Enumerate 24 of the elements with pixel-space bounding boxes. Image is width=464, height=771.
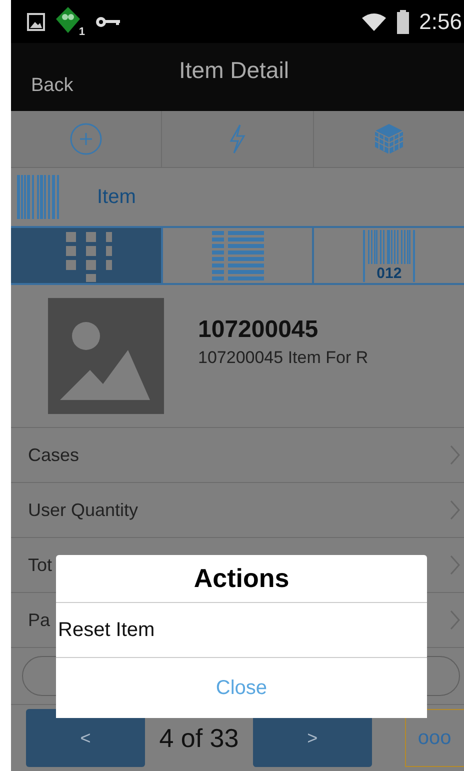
image-placeholder-icon: [48, 298, 164, 414]
field-row[interactable]: User Quantity: [11, 483, 464, 538]
back-button[interactable]: Back: [31, 75, 74, 97]
key-icon: [95, 14, 121, 28]
page-position: 4 of 33: [158, 722, 240, 754]
screen-title: Item Detail: [179, 57, 289, 84]
chevron-right-icon: [450, 500, 460, 520]
item-description: 107200045 Item For R: [198, 348, 368, 368]
chevron-right-icon: [450, 610, 460, 630]
chevron-right-icon: [450, 445, 460, 465]
section-label: Item: [97, 186, 136, 208]
list-icon: [212, 230, 264, 282]
cube-icon: [374, 123, 404, 155]
clock-time: 2:56: [419, 8, 462, 34]
lightning-icon: [227, 124, 248, 154]
view-tab[interactable]: [11, 228, 163, 283]
image-icon: [27, 12, 45, 30]
field-row[interactable]: Cases: [11, 428, 464, 483]
chevron-right-icon: [450, 555, 460, 575]
item-number: 107200045: [198, 316, 320, 344]
plus-circle-icon: [70, 123, 102, 155]
wifi-icon: [361, 12, 388, 32]
battery-icon: [397, 10, 410, 34]
barcode-icon: [17, 175, 61, 219]
